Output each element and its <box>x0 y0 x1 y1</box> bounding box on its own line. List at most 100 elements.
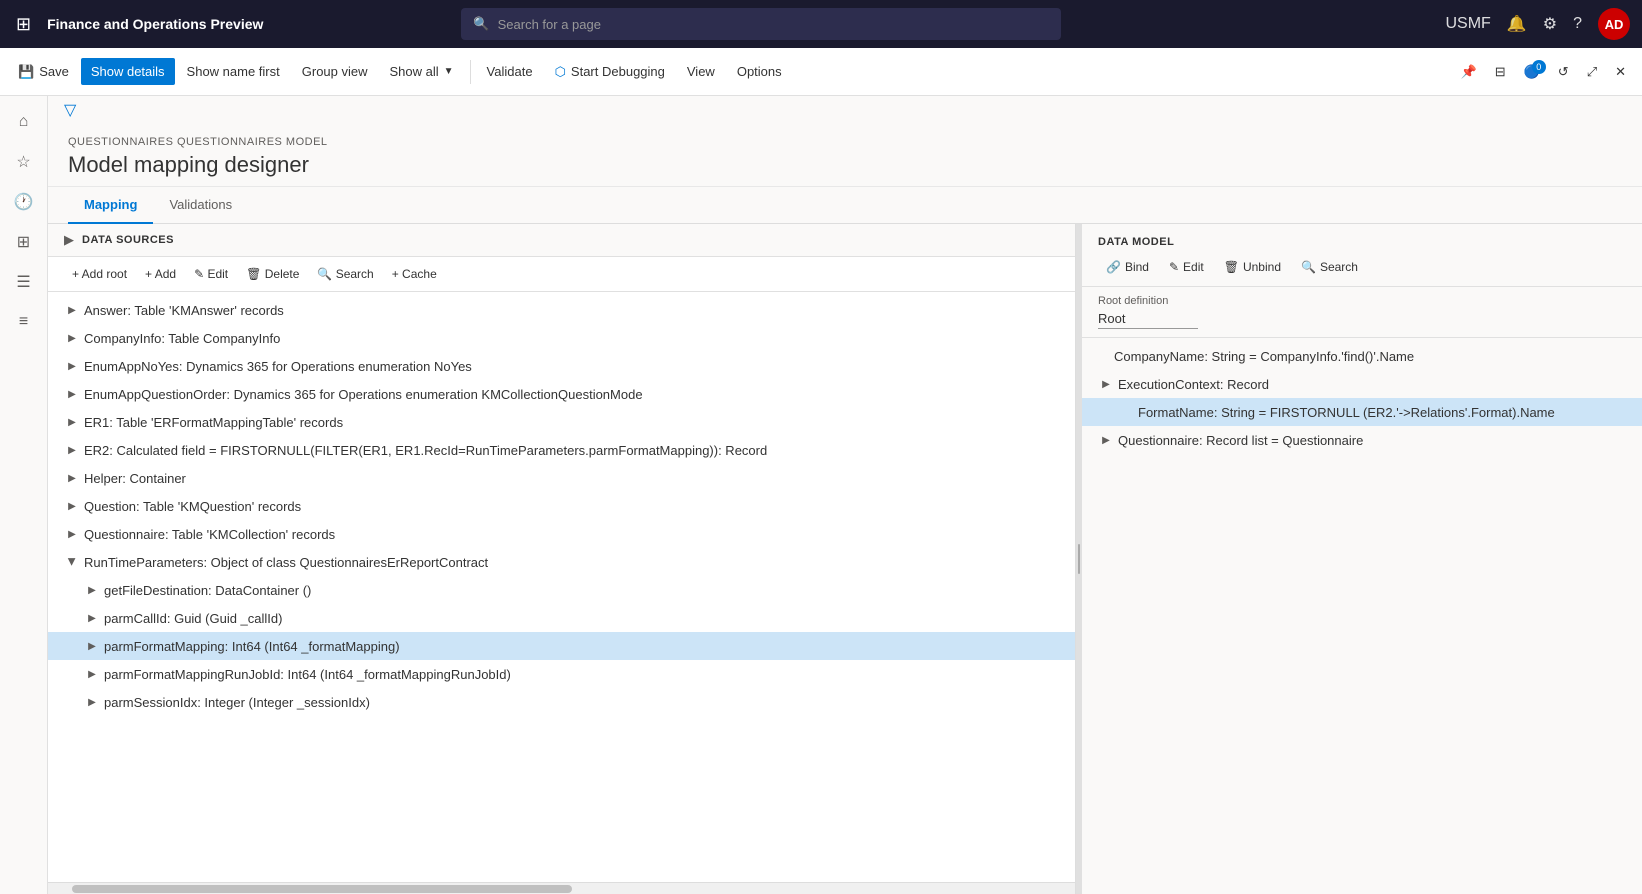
notification-icon[interactable]: 🔔 <box>1507 14 1527 34</box>
chevron-icon: ▶ <box>64 302 80 318</box>
data-sources-title: DATA SOURCES <box>82 234 174 246</box>
content-area: ▽ QUESTIONNAIRES QUESTIONNAIRES MODEL Mo… <box>48 96 1642 894</box>
tree-item[interactable]: ▶ EnumAppQuestionOrder: Dynamics 365 for … <box>48 380 1075 408</box>
tab-mapping[interactable]: Mapping <box>68 187 153 224</box>
main-toolbar: 💾 Save Show details Show name first Grou… <box>0 48 1642 96</box>
cache-button[interactable]: + Cache <box>384 263 445 285</box>
sidebar-home-icon[interactable]: ⌂ <box>6 104 42 140</box>
tree-item[interactable]: ▶ER2: Calculated field = FIRSTORNULL(FIL… <box>48 436 1075 464</box>
help-icon[interactable]: ? <box>1573 15 1582 33</box>
tab-validations[interactable]: Validations <box>153 187 248 224</box>
validate-button[interactable]: Validate <box>477 58 543 85</box>
avatar[interactable]: AD <box>1598 8 1630 40</box>
dm-item-text: CompanyName: String = CompanyInfo.'find(… <box>1114 349 1414 364</box>
data-sources-tree: ▶Answer: Table 'KMAnswer' records▶Compan… <box>48 292 1075 882</box>
tree-item[interactable]: ▶ Helper: Container <box>48 464 1075 492</box>
view-button[interactable]: View <box>677 58 725 85</box>
tree-item[interactable]: ▶parmCallId: Guid (Guid _callId) <box>48 604 1075 632</box>
dm-tree-item[interactable]: ▶ExecutionContext: Record <box>1082 370 1642 398</box>
settings-icon[interactable]: ⚙ <box>1543 14 1557 34</box>
bind-button[interactable]: 🔗 Bind <box>1098 256 1157 278</box>
data-model-title: DATA MODEL <box>1098 236 1626 248</box>
bind-icon: 🔗 <box>1106 260 1121 274</box>
chevron-icon: ▶ <box>64 498 80 514</box>
search-icon: 🔍 <box>473 16 489 32</box>
chevron-icon: ▶ <box>64 526 80 542</box>
save-button[interactable]: 💾 Save <box>8 58 79 86</box>
data-sources-panel: ▶ DATA SOURCES + Add root + Add ✎ Edit 🗑… <box>48 224 1076 894</box>
global-search[interactable]: 🔍 <box>461 8 1061 40</box>
tree-item[interactable]: ▶Questionnaire: Table 'KMCollection' rec… <box>48 520 1075 548</box>
tree-item[interactable]: ▶RunTimeParameters: Object of class Ques… <box>48 548 1075 576</box>
search-input[interactable] <box>498 17 1050 32</box>
dm-tree-item[interactable]: ▶FormatName: String = FIRSTORNULL (ER2.'… <box>1082 398 1642 426</box>
page-title: Model mapping designer <box>68 152 1622 178</box>
tree-item-text: Helper: Container <box>84 471 1059 486</box>
edit-icon: ✎ <box>1169 260 1179 274</box>
badge-button[interactable]: 🔵 0 <box>1516 58 1548 86</box>
top-navigation-bar: ⊞ Finance and Operations Preview 🔍 USMF … <box>0 0 1642 48</box>
chevron-icon: ▶ <box>64 470 80 486</box>
dm-search-icon: 🔍 <box>1301 260 1316 274</box>
add-root-button[interactable]: + Add root <box>64 263 135 285</box>
tree-item[interactable]: ▶ER1: Table 'ERFormatMappingTable' recor… <box>48 408 1075 436</box>
data-model-toolbar: 🔗 Bind ✎ Edit 🗑 Unbind 🔍 <box>1098 256 1626 278</box>
show-details-button[interactable]: Show details <box>81 58 175 85</box>
tree-item[interactable]: ▶getFileDestination: DataContainer () <box>48 576 1075 604</box>
chevron-icon: ▶ <box>84 610 100 626</box>
tree-item[interactable]: ▶parmSessionIdx: Integer (Integer _sessi… <box>48 688 1075 716</box>
tree-item[interactable]: ▶Answer: Table 'KMAnswer' records <box>48 296 1075 324</box>
scrollbar-thumb[interactable] <box>72 885 572 893</box>
dm-search-button[interactable]: 🔍 Search <box>1293 256 1366 278</box>
ds-toggle-icon[interactable]: ▶ <box>64 232 74 248</box>
dm-tree-item[interactable]: CompanyName: String = CompanyInfo.'find(… <box>1082 342 1642 370</box>
tree-item[interactable]: ▶ parmFormatMappingRunJobId: Int64 (Int64… <box>48 660 1075 688</box>
chevron-icon: ▶ <box>84 582 100 598</box>
options-button[interactable]: Options <box>727 58 792 85</box>
chevron-icon: ▶ <box>64 386 80 402</box>
data-model-header: DATA MODEL 🔗 Bind ✎ Edit 🗑 Unbind <box>1082 224 1642 287</box>
pin-button[interactable]: 📌 <box>1453 58 1485 86</box>
root-definition-section: Root definition Root <box>1082 287 1642 338</box>
tree-item-text: EnumAppQuestionOrder: Dynamics 365 for O… <box>84 387 1059 402</box>
horizontal-scrollbar[interactable] <box>48 882 1075 894</box>
tree-item[interactable]: ▶parmFormatMapping: Int64 (Int64 _format… <box>48 632 1075 660</box>
breadcrumb: QUESTIONNAIRES QUESTIONNAIRES MODEL <box>68 136 1622 148</box>
sidebar-favorites-icon[interactable]: ☆ <box>6 144 42 180</box>
start-debugging-button[interactable]: ⬡ Start Debugging <box>545 58 675 86</box>
chevron-icon: ▶ <box>64 330 80 346</box>
sidebar-recent-icon[interactable]: 🕐 <box>6 184 42 220</box>
delete-button[interactable]: 🗑 Delete <box>238 263 307 285</box>
sidebar-filter-icon[interactable]: ☰ <box>6 264 42 300</box>
side-panel-button[interactable]: ⊟ <box>1487 58 1514 86</box>
tree-item[interactable]: ▶ CompanyInfo: Table CompanyInfo <box>48 324 1075 352</box>
unbind-button[interactable]: 🗑 Unbind <box>1216 256 1289 278</box>
filter-icon[interactable]: ▽ <box>64 100 76 120</box>
chevron-icon: ▶ <box>84 666 100 682</box>
show-name-first-button[interactable]: Show name first <box>177 58 290 85</box>
sidebar-menu-icon[interactable]: ≡ <box>6 304 42 340</box>
tree-item[interactable]: ▶ EnumAppNoYes: Dynamics 365 for Operatio… <box>48 352 1075 380</box>
top-bar-right-area: USMF 🔔 ⚙ ? AD <box>1445 8 1630 40</box>
tree-item-text: EnumAppNoYes: Dynamics 365 for Operation… <box>84 359 1059 374</box>
expand-button[interactable]: ⤢ <box>1579 58 1605 86</box>
main-layout: ⌂ ☆ 🕐 ⊞ ☰ ≡ ▽ QUESTIONNAIRES QUESTIONNAI… <box>0 96 1642 894</box>
chevron-icon: ▶ <box>64 358 80 374</box>
toolbar-separator <box>470 60 471 84</box>
tab-bar: Mapping Validations <box>48 187 1642 224</box>
dm-tree-item[interactable]: ▶Questionnaire: Record list = Questionna… <box>1082 426 1642 454</box>
tree-item-text: CompanyInfo: Table CompanyInfo <box>84 331 1059 346</box>
group-view-button[interactable]: Group view <box>292 58 378 85</box>
edit-button[interactable]: ✎ Edit <box>186 263 236 285</box>
add-button[interactable]: + Add <box>137 263 184 285</box>
refresh-button[interactable]: ↺ <box>1550 58 1577 86</box>
waffle-icon[interactable]: ⊞ <box>12 10 35 39</box>
close-button[interactable]: ✕ <box>1607 58 1634 86</box>
dm-edit-button[interactable]: ✎ Edit <box>1161 256 1212 278</box>
search-button[interactable]: 🔍 Search <box>309 263 381 285</box>
page-header: QUESTIONNAIRES QUESTIONNAIRES MODEL Mode… <box>48 124 1642 187</box>
tree-item-text: parmFormatMappingRunJobId: Int64 (Int64 … <box>104 667 1059 682</box>
tree-item[interactable]: ▶Question: Table 'KMQuestion' records <box>48 492 1075 520</box>
show-all-button[interactable]: Show all ▼ <box>380 58 464 85</box>
sidebar-workspace-icon[interactable]: ⊞ <box>6 224 42 260</box>
